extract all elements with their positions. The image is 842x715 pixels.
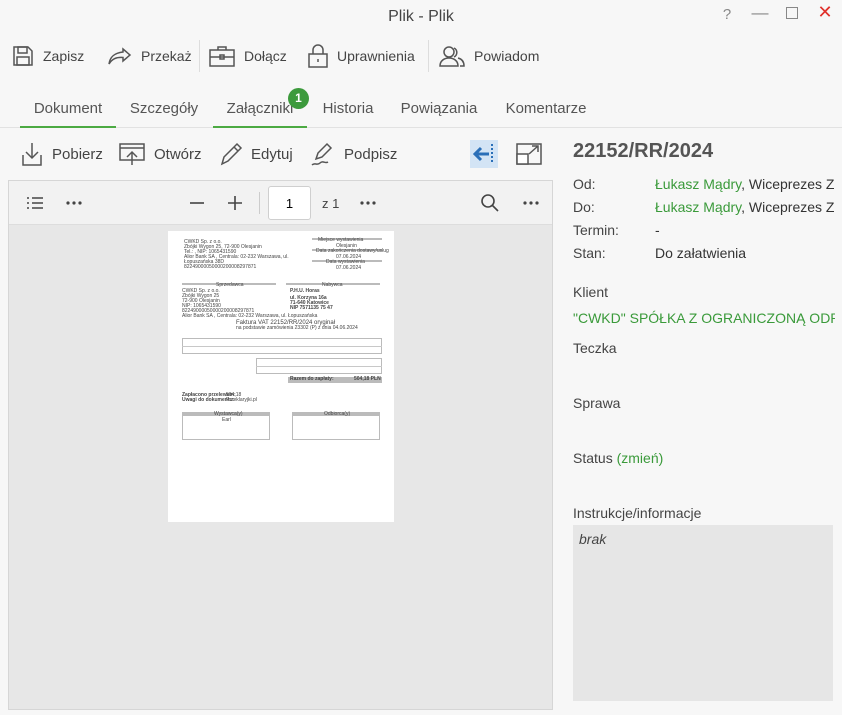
- tab-komentarze[interactable]: Komentarze: [497, 92, 595, 127]
- to-name-link[interactable]: Łukasz Mądry: [655, 199, 741, 215]
- issue-date-value: 07.06.2024: [336, 265, 362, 271]
- instructions-label: Instrukcje/informacje: [573, 505, 702, 521]
- search-icon[interactable]: [480, 193, 500, 213]
- close-icon[interactable]: ✕: [814, 2, 836, 23]
- tab-bar: Dokument Szczegóły Załączniki Historia P…: [0, 92, 842, 128]
- sign-label: Podpisz: [344, 145, 398, 163]
- status-label: Status (zmień): [573, 450, 663, 466]
- page-number-input[interactable]: [268, 186, 311, 220]
- page-count: z 1: [322, 196, 340, 211]
- state-label: Stan:: [573, 245, 606, 261]
- tab-powiazania[interactable]: Powiązania: [393, 92, 485, 127]
- permissions-button[interactable]: Uprawnienia: [307, 38, 415, 74]
- folder-label: Teczka: [573, 340, 617, 356]
- toolbar-separator: [428, 40, 429, 72]
- save-icon: [13, 46, 33, 66]
- seller-line: Alior Bank SA , Centrala: 02-232 Warszaw…: [182, 313, 318, 319]
- notify-label: Powiadom: [474, 48, 540, 64]
- pdf-viewer: z 1 CWKD Sp. z o.o. Zbójki Wygon 25, 72-…: [8, 180, 553, 710]
- maximize-icon[interactable]: [781, 6, 803, 24]
- users-icon: [439, 46, 465, 67]
- recipient-label: Odbiorca(y): [324, 411, 351, 417]
- to-role: , Wiceprezes Zarządu: [741, 199, 835, 215]
- attach-label: Dołącz: [244, 48, 287, 64]
- more-options-icon[interactable]: [64, 193, 84, 213]
- tab-dokument[interactable]: Dokument: [20, 92, 116, 128]
- case-label: Sprawa: [573, 395, 621, 411]
- download-icon: [22, 143, 42, 166]
- edit-button[interactable]: Edytuj: [219, 134, 293, 174]
- status-change-link[interactable]: (zmień): [617, 450, 664, 466]
- state-value: Do załatwienia: [655, 245, 747, 261]
- help-icon[interactable]: ?: [716, 6, 738, 23]
- pencil-icon: [220, 142, 243, 166]
- document-number: 22152/RR/2024: [573, 140, 714, 162]
- lock-icon: [308, 44, 328, 68]
- edit-label: Edytuj: [251, 145, 293, 163]
- save-button[interactable]: Zapisz: [11, 38, 84, 74]
- tab-historia[interactable]: Historia: [314, 92, 382, 127]
- expand-icon[interactable]: [516, 143, 542, 170]
- forward-label: Przekaż: [141, 48, 192, 64]
- from-role: , Wiceprezes Zarządu: [741, 176, 835, 192]
- instructions-value: brak: [579, 531, 607, 547]
- client-label: Klient: [573, 284, 609, 300]
- zoom-in-icon[interactable]: [225, 193, 245, 213]
- collapse-panel-icon[interactable]: [470, 140, 498, 168]
- main-toolbar: Zapisz Przekaż Dołącz Uprawnienia Powiad…: [0, 38, 842, 74]
- outline-list-icon[interactable]: [25, 193, 45, 213]
- viewer-toolbar: z 1: [9, 181, 552, 225]
- agreement-value: Przeklaryjki.pl: [226, 397, 257, 403]
- instructions-box[interactable]: brak: [573, 525, 833, 701]
- to-label: Do:: [573, 199, 595, 215]
- page-more-icon[interactable]: [358, 193, 378, 213]
- attachments-count-badge: 1: [288, 88, 309, 109]
- deadline-value: -: [655, 222, 660, 238]
- status-label-text: Status: [573, 450, 613, 466]
- invoice-subtitle: na podstawie zamówienia 23302 (P) z dnia…: [236, 325, 358, 331]
- download-button[interactable]: Pobierz: [20, 134, 103, 174]
- attach-button[interactable]: Dołącz: [208, 38, 287, 74]
- seller-line: 82249000050000200008297871: [184, 264, 257, 270]
- notify-button[interactable]: Powiadom: [438, 38, 539, 74]
- document-page: CWKD Sp. z o.o. Zbójki Wygon 25, 72-900 …: [168, 231, 394, 522]
- from-name-link[interactable]: Łukasz Mądry: [655, 176, 741, 192]
- deadline-label: Termin:: [573, 222, 619, 238]
- toolbar-separator: [199, 40, 200, 72]
- open-button[interactable]: Otwórz: [118, 134, 202, 174]
- tab-szczegoly[interactable]: Szczegóły: [120, 92, 208, 127]
- viewer-separator: [259, 192, 260, 214]
- download-label: Pobierz: [52, 145, 103, 163]
- viewer-menu-icon[interactable]: [521, 193, 541, 213]
- total-value: 504,18 PLN: [354, 376, 381, 382]
- minimize-icon[interactable]: —: [749, 3, 771, 23]
- sign-button[interactable]: Podpisz: [310, 134, 397, 174]
- buyer-line: P.H.U. Horas: [290, 288, 320, 294]
- title-bar: Plik - Plik ? — ✕: [0, 0, 842, 34]
- permissions-label: Uprawnienia: [337, 48, 415, 64]
- buyer-line: NIP 7571135 75 47: [290, 305, 333, 311]
- forward-icon: [108, 47, 132, 65]
- save-label: Zapisz: [43, 48, 85, 64]
- open-window-icon: [119, 143, 145, 165]
- open-label: Otwórz: [154, 145, 202, 163]
- zoom-out-icon[interactable]: [187, 193, 207, 213]
- buyer-header: Nabywca: [322, 282, 343, 288]
- to-value: Łukasz Mądry, Wiceprezes Zarządu: [655, 199, 835, 215]
- total-label: Razem do zapłaty:: [290, 376, 334, 382]
- briefcase-icon: [209, 46, 235, 67]
- forward-button[interactable]: Przekaż: [107, 38, 192, 74]
- seller-header: Sprzedawca: [216, 282, 244, 288]
- from-value: Łukasz Mądry, Wiceprezes Zarządu: [655, 176, 835, 192]
- from-label: Od:: [573, 176, 596, 192]
- client-link[interactable]: "CWKD" SPÓŁKA Z OGRANICZONĄ ODPOWIEDZIAL…: [573, 310, 835, 326]
- signature-pen-icon: [311, 142, 333, 166]
- issuer-name: Earl: [222, 417, 231, 423]
